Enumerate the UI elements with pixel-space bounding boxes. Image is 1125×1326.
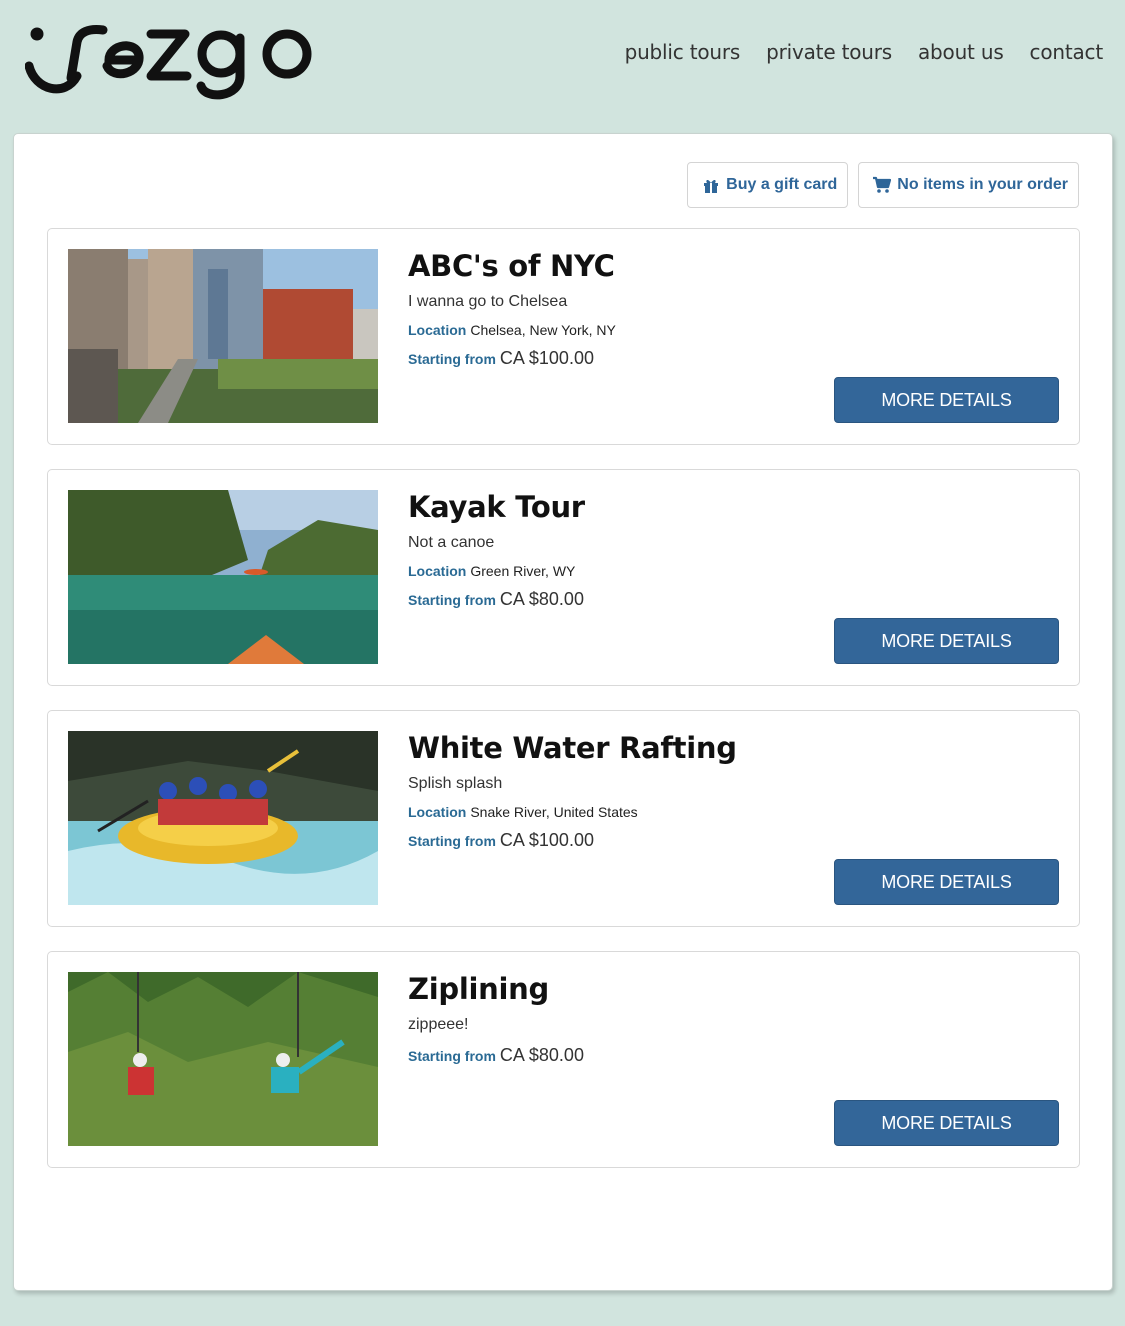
starting-from-label: Starting from xyxy=(408,833,496,849)
price-value: CA $80.00 xyxy=(499,589,584,609)
tour-title[interactable]: White Water Rafting xyxy=(408,729,737,767)
more-details-button[interactable]: MORE DETAILS xyxy=(834,1100,1059,1146)
location-value: Snake River, United States xyxy=(470,804,638,820)
tour-image-ziplining[interactable] xyxy=(68,972,378,1146)
tour-title[interactable]: Kayak Tour xyxy=(408,488,585,526)
tour-list-panel: Buy a gift card No items in your order A… xyxy=(13,133,1113,1291)
tour-image-kayak[interactable] xyxy=(68,490,378,664)
tour-price: Starting from CA $80.00 xyxy=(408,588,585,611)
tour-title[interactable]: ABC's of NYC xyxy=(408,247,616,285)
tour-image-rafting[interactable] xyxy=(68,731,378,905)
tour-image-nyc[interactable] xyxy=(68,249,378,423)
cart-icon xyxy=(873,176,892,193)
price-value: CA $100.00 xyxy=(499,830,594,850)
tour-location: Location Green River, WY xyxy=(408,562,585,580)
location-value: Green River, WY xyxy=(470,563,576,579)
tour-price: Starting from CA $100.00 xyxy=(408,829,737,852)
nav-contact[interactable]: contact xyxy=(1030,40,1104,64)
main-nav: public tours private tours about us cont… xyxy=(625,40,1104,64)
nav-public-tours[interactable]: public tours xyxy=(625,40,741,64)
gift-card-label: Buy a gift card xyxy=(726,176,838,193)
tour-price: Starting from CA $80.00 xyxy=(408,1044,584,1067)
nav-about-us[interactable]: about us xyxy=(918,40,1004,64)
more-details-button[interactable]: MORE DETAILS xyxy=(834,377,1059,423)
tour-card-ziplining: Ziplining zippeee! Starting from CA $80.0… xyxy=(47,951,1080,1168)
nav-private-tours[interactable]: private tours xyxy=(766,40,892,64)
gift-card-button[interactable]: Buy a gift card xyxy=(687,162,849,208)
tour-location: Location Snake River, United States xyxy=(408,803,737,821)
tour-card-kayak-tour: Kayak Tour Not a canoe Location Green Riv… xyxy=(47,469,1080,686)
tour-subtitle: Not a canoe xyxy=(408,534,495,551)
more-details-button[interactable]: MORE DETAILS xyxy=(834,859,1059,905)
tour-subtitle: Splish splash xyxy=(408,775,503,792)
order-cart-label: No items in your order xyxy=(897,176,1068,193)
location-value: Chelsea, New York, NY xyxy=(470,322,616,338)
rezgo-logo[interactable] xyxy=(25,14,317,100)
starting-from-label: Starting from xyxy=(408,592,496,608)
tour-card-white-water-rafting: White Water Rafting Splish splash Locati… xyxy=(47,710,1080,927)
gift-icon xyxy=(704,179,719,193)
tour-details: Ziplining zippeee! Starting from CA $80.0… xyxy=(408,970,584,1067)
site-header: public tours private tours about us cont… xyxy=(0,0,1125,134)
location-label: Location xyxy=(408,804,467,820)
tour-details: ABC's of NYC I wanna go to Chelsea Locat… xyxy=(408,247,616,370)
order-cart-button[interactable]: No items in your order xyxy=(858,162,1079,208)
tour-price: Starting from CA $100.00 xyxy=(408,347,616,370)
price-value: CA $100.00 xyxy=(499,348,594,368)
tour-subtitle: I wanna go to Chelsea xyxy=(408,293,568,310)
price-value: CA $80.00 xyxy=(499,1045,584,1065)
location-label: Location xyxy=(408,563,467,579)
tour-card-abcs-of-nyc: ABC's of NYC I wanna go to Chelsea Locat… xyxy=(47,228,1080,445)
location-label: Location xyxy=(408,322,467,338)
tour-title[interactable]: Ziplining xyxy=(408,970,584,1008)
tour-subtitle: zippeee! xyxy=(408,1016,469,1033)
tour-details: White Water Rafting Splish splash Locati… xyxy=(408,729,737,852)
order-toolbar: Buy a gift card No items in your order xyxy=(687,162,1079,208)
starting-from-label: Starting from xyxy=(408,1048,496,1064)
tour-location: Location Chelsea, New York, NY xyxy=(408,321,616,339)
more-details-button[interactable]: MORE DETAILS xyxy=(834,618,1059,664)
starting-from-label: Starting from xyxy=(408,351,496,367)
tour-details: Kayak Tour Not a canoe Location Green Riv… xyxy=(408,488,585,611)
